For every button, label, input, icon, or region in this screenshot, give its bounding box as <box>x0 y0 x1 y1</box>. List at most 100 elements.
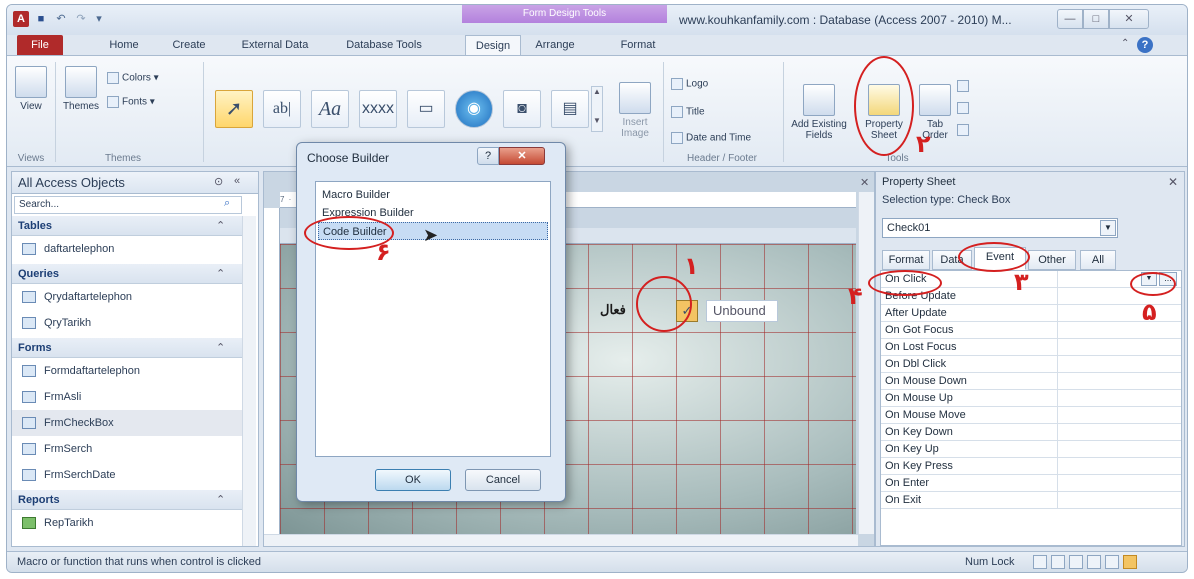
nav-group-forms[interactable]: Forms ⌃ <box>12 338 242 358</box>
nav-group-queries[interactable]: Queries ⌃ <box>12 264 242 284</box>
subform-icon[interactable] <box>957 80 972 92</box>
tab-design[interactable]: Design <box>465 35 521 55</box>
dialog-title: Choose Builder <box>307 151 390 165</box>
property-row[interactable]: On Key Press <box>881 458 1181 475</box>
builder-option-macro[interactable]: Macro Builder <box>318 186 548 204</box>
view-code-icon[interactable] <box>957 102 972 114</box>
customize-qat-icon[interactable]: ▾ <box>91 11 107 27</box>
select-pointer-icon[interactable]: ➚ <box>215 90 253 128</box>
cancel-button[interactable]: Cancel <box>465 469 541 491</box>
controls-gallery-scroll[interactable]: ▲ ▼ <box>591 86 603 132</box>
web-browser-icon[interactable]: ◙ <box>503 90 541 128</box>
ok-button[interactable]: OK <box>375 469 451 491</box>
tab-create[interactable]: Create <box>167 35 211 55</box>
property-row[interactable]: On Mouse Move <box>881 407 1181 424</box>
datasheet-view-icon[interactable] <box>1051 555 1065 569</box>
convert-macros-icon[interactable] <box>957 124 972 136</box>
tab-format[interactable]: Format <box>613 35 663 55</box>
tab-database-tools[interactable]: Database Tools <box>339 35 429 55</box>
hyperlink-globe-icon[interactable]: ◉ <box>455 90 493 128</box>
search-icon[interactable]: ⌕ <box>224 197 230 210</box>
event-property-grid: On Click ▼ ... Before Update After Updat… <box>880 270 1182 546</box>
nav-group-reports[interactable]: Reports ⌃ <box>12 490 242 510</box>
nav-item[interactable]: Qrydaftartelephon <box>12 284 242 310</box>
label-tool[interactable]: Aa <box>311 90 349 128</box>
save-icon[interactable]: ■ <box>33 11 49 27</box>
designer-close-icon[interactable]: ✕ <box>860 176 869 189</box>
annotation-number-6: ۶ <box>376 238 391 266</box>
logo-button[interactable]: Logo <box>671 78 708 90</box>
close-button[interactable]: ✕ <box>1109 9 1149 29</box>
nav-item[interactable]: Formdaftartelephon <box>12 358 242 384</box>
property-row[interactable]: On Mouse Up <box>881 390 1181 407</box>
property-row[interactable]: On Lost Focus <box>881 339 1181 356</box>
maximize-button[interactable]: □ <box>1083 9 1109 29</box>
minimize-ribbon-icon[interactable]: ⌃ <box>1121 38 1129 49</box>
nav-item[interactable]: FrmSerch <box>12 436 242 462</box>
vertical-scrollbar[interactable] <box>858 192 874 534</box>
tab-arrange[interactable]: Arrange <box>527 35 583 55</box>
nav-item[interactable]: QryTarikh <box>12 310 242 336</box>
themes-button[interactable]: Themes <box>61 66 101 112</box>
view-button[interactable]: View <box>13 66 49 112</box>
property-row[interactable]: On Key Up <box>881 441 1181 458</box>
nav-menu-dropdown-icon[interactable]: ⊙ <box>214 175 223 188</box>
tab-all[interactable]: All <box>1080 250 1116 270</box>
group-separator <box>663 62 664 162</box>
nav-item-selected[interactable]: FrmCheckBox <box>12 410 242 436</box>
property-row[interactable]: On Exit <box>881 492 1181 509</box>
property-row[interactable]: On Enter <box>881 475 1181 492</box>
form-view-icon[interactable] <box>1033 555 1047 569</box>
property-row[interactable]: On Dbl Click <box>881 356 1181 373</box>
property-sheet-close-icon[interactable]: ✕ <box>1168 175 1178 189</box>
insert-image-button[interactable]: Insert Image <box>613 82 657 139</box>
selection-type: Selection type: Check Box <box>882 194 1011 206</box>
tab-control-tool[interactable]: ▭ <box>407 90 445 128</box>
button-tool[interactable]: xxxx <box>359 90 397 128</box>
object-selector-combo[interactable]: Check01 <box>882 218 1118 238</box>
title-button[interactable]: Title <box>671 106 705 118</box>
layout-view-icon[interactable] <box>1105 555 1119 569</box>
nav-item[interactable]: FrmAsli <box>12 384 242 410</box>
tab-other[interactable]: Other <box>1028 250 1076 270</box>
unbound-textbox[interactable]: Unbound <box>706 300 778 322</box>
annotation-circle-checkbox <box>636 276 692 332</box>
pivot-table-view-icon[interactable] <box>1069 555 1083 569</box>
tab-format[interactable]: Format <box>882 250 930 270</box>
property-row[interactable]: On Got Focus <box>881 322 1181 339</box>
navigation-control-icon[interactable]: ▤ <box>551 90 589 128</box>
help-icon[interactable]: ? <box>1137 37 1153 53</box>
nav-search-input[interactable]: Search... <box>14 196 242 214</box>
nav-group-tables[interactable]: Tables ⌃ <box>12 216 242 236</box>
undo-icon[interactable]: ↶ <box>53 11 69 27</box>
property-row[interactable]: On Mouse Down <box>881 373 1181 390</box>
horizontal-scrollbar[interactable] <box>264 534 858 546</box>
nav-item[interactable]: FrmSerchDate <box>12 462 242 488</box>
redo-icon[interactable]: ↷ <box>73 11 89 27</box>
property-row[interactable]: After Update <box>881 305 1181 322</box>
property-sheet-title: Property Sheet <box>882 176 956 188</box>
textbox-tool[interactable]: ab| <box>263 90 301 128</box>
themes-icon <box>65 66 97 98</box>
design-view-icon[interactable] <box>1123 555 1137 569</box>
nav-item[interactable]: RepTarikh <box>12 510 242 536</box>
date-time-button[interactable]: Date and Time <box>671 132 751 144</box>
tab-home[interactable]: Home <box>105 35 143 55</box>
nav-item[interactable]: daftartelephon <box>12 236 242 262</box>
tab-external-data[interactable]: External Data <box>233 35 317 55</box>
dialog-help-button[interactable]: ? <box>477 147 499 165</box>
chevron-down-icon[interactable]: ▼ <box>1100 220 1116 236</box>
add-existing-fields-button[interactable]: Add Existing Fields <box>789 84 849 141</box>
pivot-chart-view-icon[interactable] <box>1087 555 1101 569</box>
nav-scrollbar[interactable] <box>242 216 256 546</box>
checkbox-label[interactable]: فعال <box>600 302 626 318</box>
tab-file[interactable]: File <box>17 35 63 55</box>
minimize-button[interactable]: — <box>1057 9 1083 29</box>
property-row[interactable]: On Key Down <box>881 424 1181 441</box>
dialog-close-button[interactable]: ✕ <box>499 147 545 165</box>
fonts-button[interactable]: Fonts ▾ <box>107 96 155 108</box>
shutter-bar-close-icon[interactable]: « <box>234 175 240 187</box>
report-icon <box>22 517 36 529</box>
colors-button[interactable]: Colors ▾ <box>107 72 159 84</box>
access-logo-icon[interactable]: A <box>13 11 29 27</box>
